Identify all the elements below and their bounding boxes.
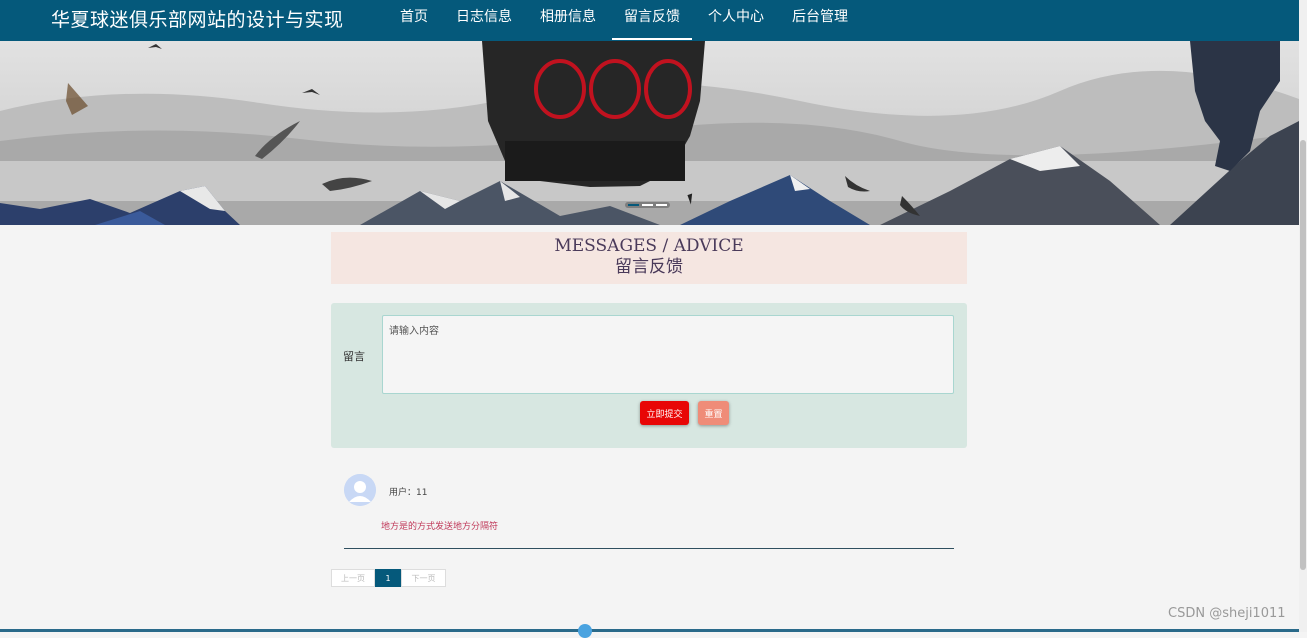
section-title-en: MESSAGES / ADVICE xyxy=(554,236,744,256)
nav-item-feedback[interactable]: 留言反馈 xyxy=(610,0,694,41)
carousel-dots xyxy=(625,202,670,208)
site-title[interactable]: 华夏球迷俱乐部网站的设计与实现 xyxy=(51,5,344,32)
top-navbar: 华夏球迷俱乐部网站的设计与实现 首页 日志信息 相册信息 留言反馈 个人中心 后… xyxy=(0,0,1299,41)
banner-carousel[interactable] xyxy=(0,41,1299,225)
user-icon xyxy=(344,474,376,506)
message-form: 留言 立即提交 重置 xyxy=(331,303,967,448)
message-input[interactable] xyxy=(382,315,954,394)
submit-button[interactable]: 立即提交 xyxy=(640,401,689,425)
message-label: 留言 xyxy=(343,350,365,363)
scrollbar-thumb[interactable] xyxy=(1300,140,1306,570)
section-heading: MESSAGES / ADVICE 留言反馈 xyxy=(331,232,967,284)
nav-item-home[interactable]: 首页 xyxy=(386,0,442,41)
nav-item-album[interactable]: 相册信息 xyxy=(526,0,610,41)
reset-button[interactable]: 重置 xyxy=(698,401,729,425)
nav-item-admin[interactable]: 后台管理 xyxy=(778,0,862,41)
section-title-cn: 留言反馈 xyxy=(615,257,683,277)
nav-item-profile[interactable]: 个人中心 xyxy=(694,0,778,41)
banner-image xyxy=(0,41,1299,225)
page-scrollbar[interactable] xyxy=(1299,0,1307,632)
scroll-top-icon[interactable] xyxy=(578,624,592,638)
prev-page-button[interactable]: 上一页 xyxy=(331,569,375,587)
carousel-dot[interactable] xyxy=(628,204,639,206)
carousel-dot[interactable] xyxy=(642,204,653,206)
comment-user: 用户：11 xyxy=(389,488,428,498)
pagination: 上一页 1 下一页 xyxy=(331,569,446,587)
carousel-dot[interactable] xyxy=(656,204,667,206)
comment-content: 地方是的方式发送地方分隔符 xyxy=(381,522,499,532)
comment-divider xyxy=(344,548,954,549)
page-number-button[interactable]: 1 xyxy=(375,569,401,587)
next-page-button[interactable]: 下一页 xyxy=(401,569,446,587)
nav-item-blog[interactable]: 日志信息 xyxy=(442,0,526,41)
main-nav: 首页 日志信息 相册信息 留言反馈 个人中心 后台管理 xyxy=(386,0,862,41)
watermark: CSDN @sheji1011 xyxy=(1168,606,1286,621)
avatar xyxy=(344,474,376,506)
